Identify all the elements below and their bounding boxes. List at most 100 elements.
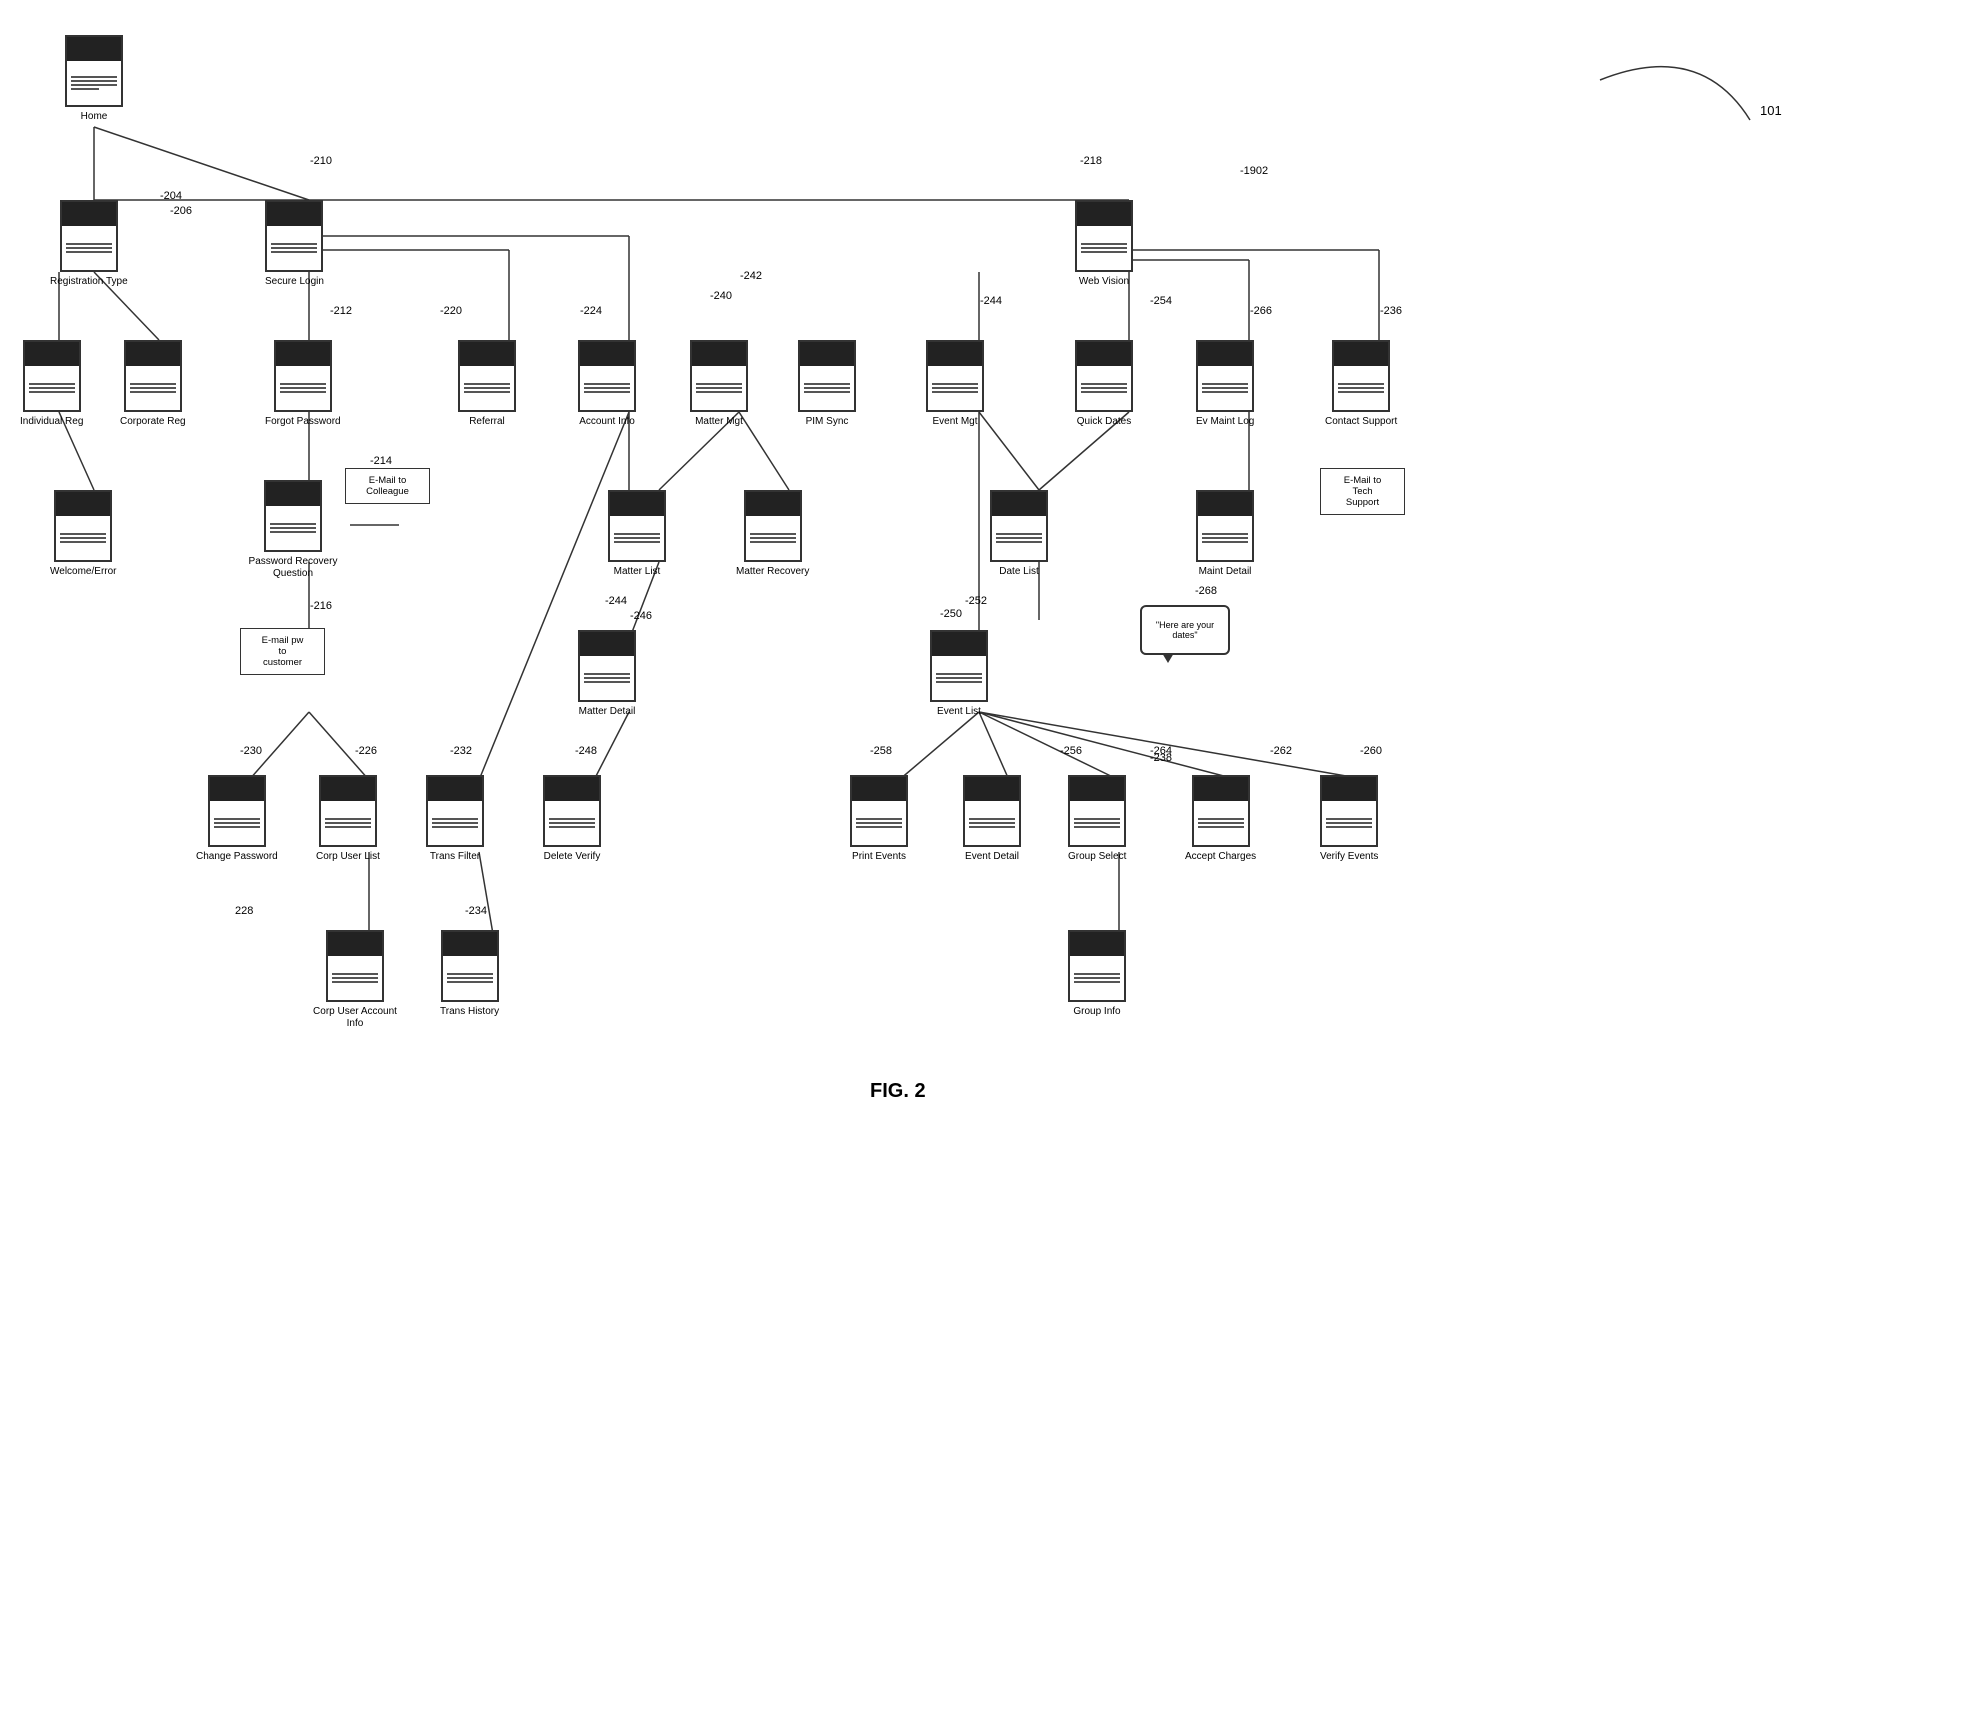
ref-244b: -244 [605, 595, 627, 607]
node-account-info: Account Info [578, 340, 636, 428]
label-date-list: Date List [999, 566, 1038, 578]
node-home: Home [65, 35, 123, 123]
icon-account-info [578, 340, 636, 412]
node-forgot-pw: Forgot Password [265, 340, 341, 428]
box-email-pw: E-mail pwtocustomer [240, 628, 325, 675]
node-pw-recovery: Password Recovery Question [248, 480, 338, 580]
node-event-detail: Event Detail [963, 775, 1021, 863]
ref-220: -220 [440, 305, 462, 317]
node-group-select: Group Select [1068, 775, 1126, 863]
icon-header [67, 37, 121, 61]
label-welcome: Welcome/Error [50, 566, 117, 578]
label-ev-maint-log: Ev Maint Log [1196, 416, 1254, 428]
icon-trans-history [441, 930, 499, 1002]
icon-secure-login [265, 200, 323, 272]
ref-232: -232 [450, 745, 472, 757]
icon-home [65, 35, 123, 107]
icon-indiv-reg [23, 340, 81, 412]
icon-corp-reg [124, 340, 182, 412]
box-email-tech: E-Mail toTechSupport [1320, 468, 1405, 515]
ref-234: -234 [465, 905, 487, 917]
icon-delete-verify [543, 775, 601, 847]
icon-matter-mgt [690, 340, 748, 412]
ref-254: -254 [1150, 295, 1172, 307]
ref-244: -244 [980, 295, 1002, 307]
ref-210: -210 [310, 155, 332, 167]
ref-262: -262 [1270, 745, 1292, 757]
ref-204: -204 [160, 190, 182, 202]
diagram-container: 101 [0, 0, 1987, 1712]
label-event-mgt: Event Mgt [932, 416, 977, 428]
node-trans-history: Trans History [440, 930, 499, 1018]
ref-260: -260 [1360, 745, 1382, 757]
icon-date-list [990, 490, 1048, 562]
icon-trans-filter [426, 775, 484, 847]
icon-reg-type [60, 200, 118, 272]
node-matter-recovery: Matter Recovery [736, 490, 809, 578]
label-event-list: Event List [937, 706, 981, 718]
node-event-list: Event List [930, 630, 988, 718]
node-email-colleague: E-Mail toColleague [345, 468, 430, 504]
node-event-mgt: Event Mgt [926, 340, 984, 428]
ref-228: 228 [235, 905, 253, 917]
node-matter-detail: Matter Detail [578, 630, 636, 718]
icon-pw-recovery [264, 480, 322, 552]
icon-accept-charges [1192, 775, 1250, 847]
icon-forgot-pw [274, 340, 332, 412]
ref-238: -238 [1150, 752, 1172, 764]
ref-226: -226 [355, 745, 377, 757]
label-corp-reg: Corporate Reg [120, 416, 186, 428]
label-quick-dates: Quick Dates [1077, 416, 1131, 428]
ref-266: -266 [1250, 305, 1272, 317]
icon-corp-user-list [319, 775, 377, 847]
node-matter-list: Matter List [608, 490, 666, 578]
ref-1902: -1902 [1240, 165, 1268, 177]
node-contact-support: Contact Support [1325, 340, 1397, 428]
node-welcome: Welcome/Error [50, 490, 117, 578]
icon-welcome [54, 490, 112, 562]
label-maint-detail: Maint Detail [1199, 566, 1252, 578]
icon-matter-list [608, 490, 666, 562]
icon-change-pw [208, 775, 266, 847]
node-maint-detail: Maint Detail [1196, 490, 1254, 578]
icon-ev-maint-log [1196, 340, 1254, 412]
ref-250: -250 [940, 608, 962, 620]
ref-240: -240 [710, 290, 732, 302]
label-contact-support: Contact Support [1325, 416, 1397, 428]
label-corp-user-account: Corp User Account Info [310, 1006, 400, 1030]
node-matter-mgt: Matter Mgt [690, 340, 748, 428]
label-event-detail: Event Detail [965, 851, 1019, 863]
icon-event-detail [963, 775, 1021, 847]
label-forgot-pw: Forgot Password [265, 416, 341, 428]
icon-maint-detail [1196, 490, 1254, 562]
label-delete-verify: Delete Verify [544, 851, 601, 863]
label-referral: Referral [469, 416, 505, 428]
icon-referral [458, 340, 516, 412]
label-indiv-reg: Individual Reg [20, 416, 83, 428]
node-email-pw: E-mail pwtocustomer [240, 628, 325, 675]
label-group-select: Group Select [1068, 851, 1126, 863]
icon-event-mgt [926, 340, 984, 412]
node-verify-events: Verify Events [1320, 775, 1378, 863]
node-web-vision: Web Vision [1075, 200, 1133, 288]
ref-268: -268 [1195, 585, 1217, 597]
icon-pim-sync [798, 340, 856, 412]
label-trans-history: Trans History [440, 1006, 499, 1018]
node-corp-user-list: Corp User List [316, 775, 380, 863]
label-trans-filter: Trans Filter [430, 851, 480, 863]
label-pw-recovery: Password Recovery Question [248, 556, 338, 580]
node-ev-maint-log: Ev Maint Log [1196, 340, 1254, 428]
label-group-info: Group Info [1073, 1006, 1120, 1018]
node-indiv-reg: Individual Reg [20, 340, 83, 428]
icon-web-vision [1075, 200, 1133, 272]
ref-216: -216 [310, 600, 332, 612]
node-change-pw: Change Password [196, 775, 278, 863]
label-secure-login: Secure Login [265, 276, 324, 288]
ref-214: -214 [370, 455, 392, 467]
node-pim-sync: PIM Sync [798, 340, 856, 428]
ref-206: -206 [170, 205, 192, 217]
node-date-list: Date List [990, 490, 1048, 578]
figure-label: FIG. 2 [870, 1080, 926, 1103]
node-here-dates: "Here are your dates" [1140, 605, 1230, 655]
node-quick-dates: Quick Dates [1075, 340, 1133, 428]
